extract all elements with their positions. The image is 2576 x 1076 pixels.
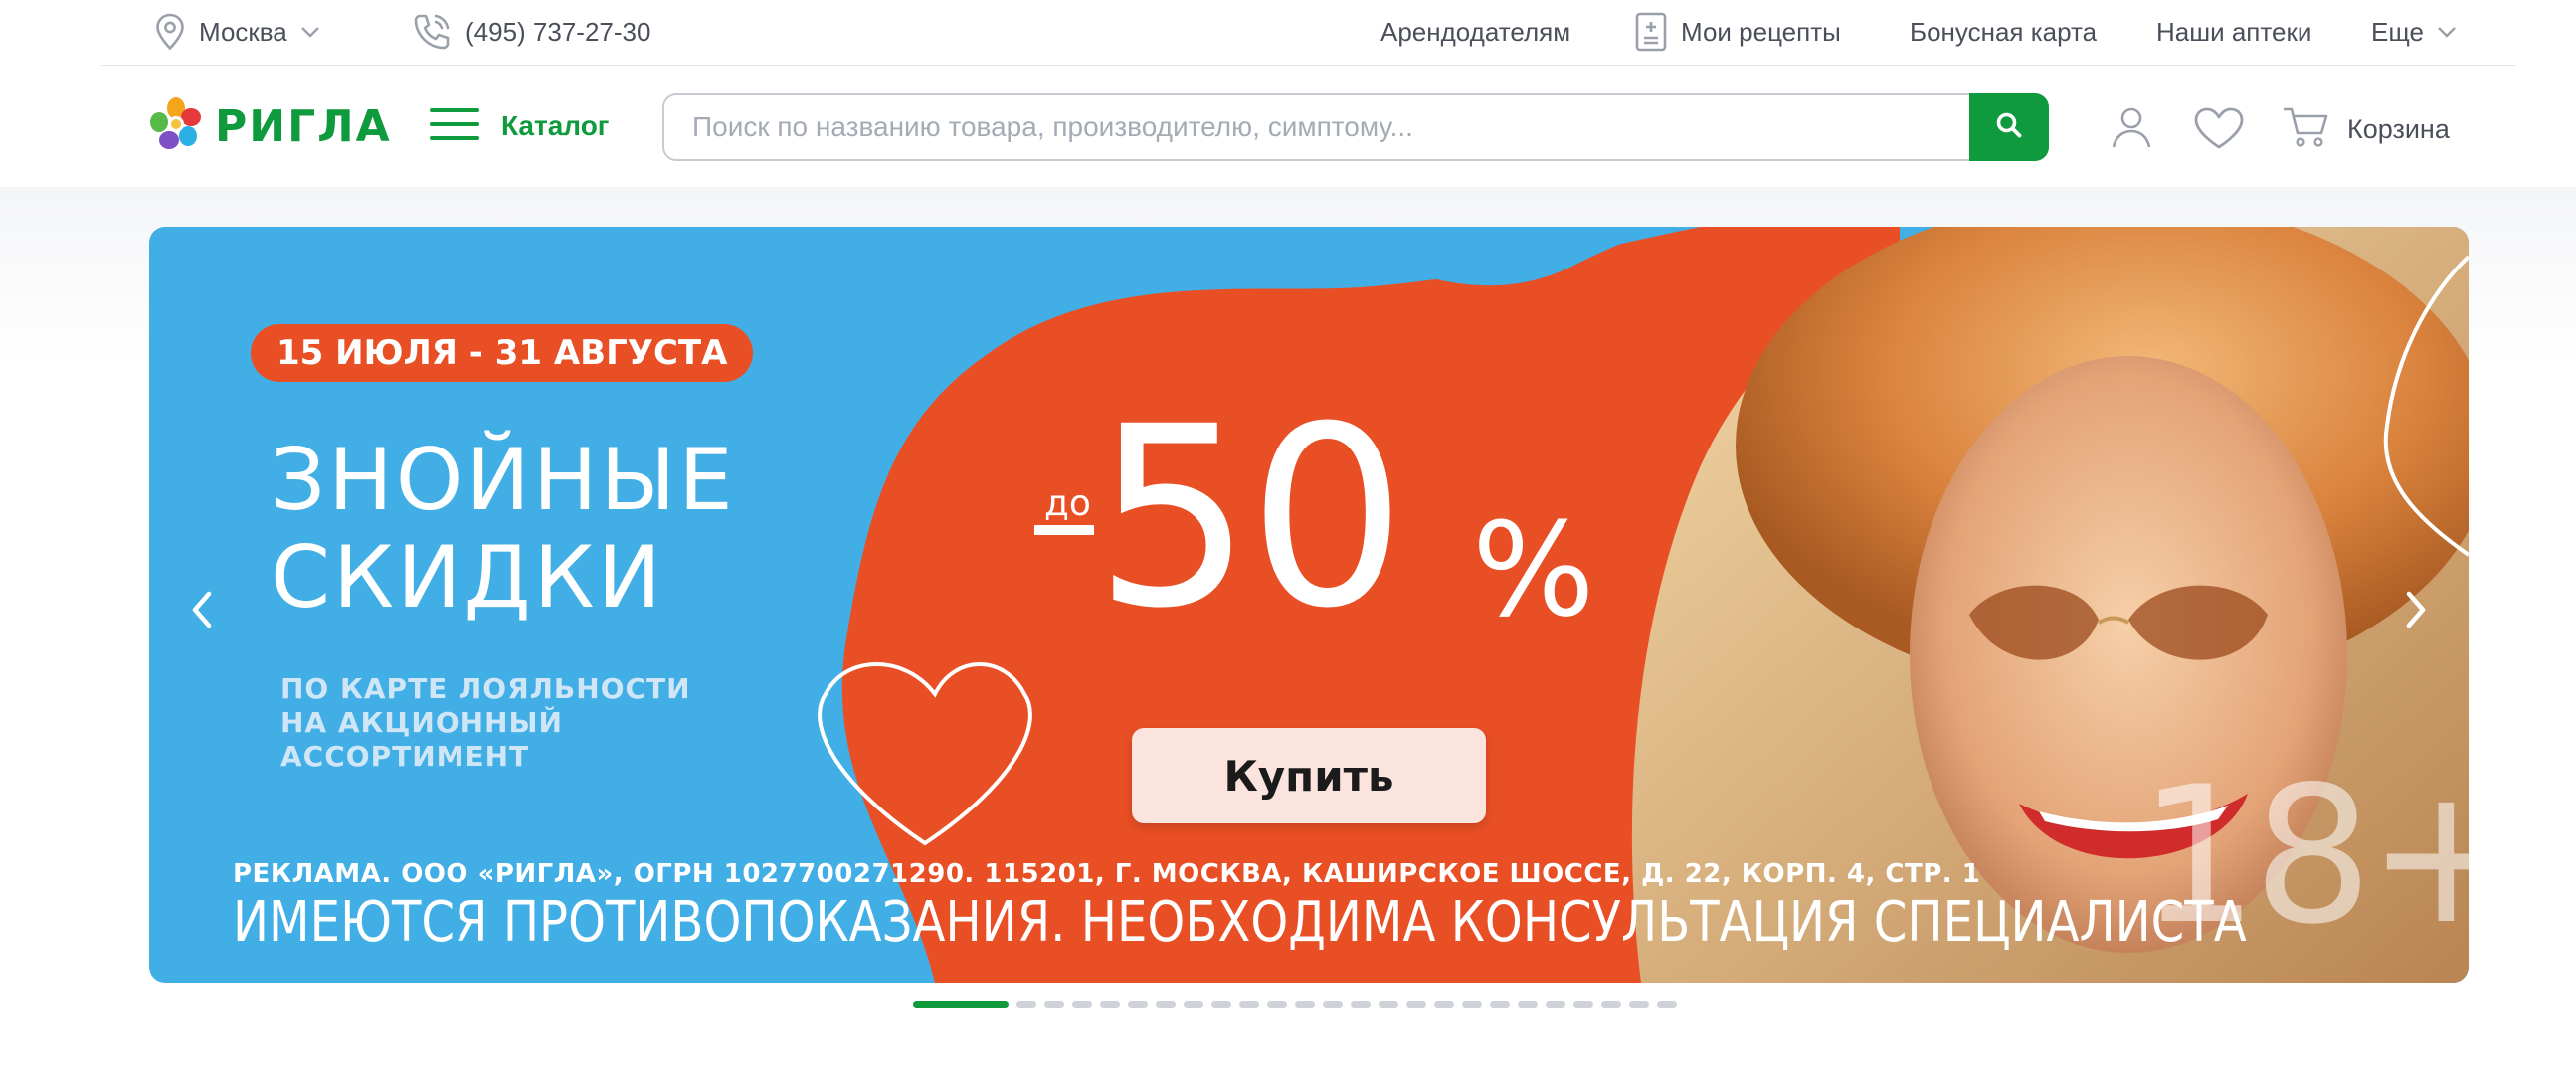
favorites-button[interactable] bbox=[2192, 105, 2246, 156]
headline-line-2: СКИДКИ bbox=[271, 528, 665, 628]
link-landlords-label: Арендодателям bbox=[1380, 16, 1571, 47]
cart-label: Корзина bbox=[2347, 114, 2450, 144]
search-input[interactable] bbox=[692, 105, 1975, 149]
discount-value: 50 bbox=[1094, 373, 1406, 662]
more-menu[interactable]: Еще bbox=[2371, 0, 2458, 64]
catalog-button[interactable]: Каталог bbox=[430, 95, 609, 157]
carousel-dot[interactable] bbox=[1406, 1000, 1426, 1008]
carousel-dot[interactable] bbox=[1211, 1000, 1231, 1008]
carousel-dot[interactable] bbox=[1462, 1000, 1482, 1008]
city-selector[interactable]: Москва bbox=[153, 0, 321, 64]
subline-1: ПО КАРТЕ ЛОЯЛЬНОСТИ bbox=[280, 672, 691, 705]
carousel-dot[interactable] bbox=[1546, 1000, 1565, 1008]
search-bar bbox=[662, 93, 2049, 161]
discount-percent: % bbox=[1472, 494, 1595, 645]
phone-number: (495) 737-27-30 bbox=[465, 16, 651, 47]
city-name: Москва bbox=[199, 16, 287, 47]
search-icon bbox=[1994, 110, 2024, 145]
link-prescriptions-label: Мои рецепты bbox=[1681, 16, 1841, 47]
carousel-dot[interactable] bbox=[1573, 1000, 1593, 1008]
subline-2: НА АКЦИОННЫЙ bbox=[280, 706, 563, 739]
user-icon bbox=[2111, 105, 2152, 154]
carousel-dot[interactable] bbox=[1128, 1000, 1148, 1008]
promo-dates: 15 ИЮЛЯ - 31 АВГУСТА bbox=[251, 324, 754, 382]
carousel-dot[interactable] bbox=[1518, 1000, 1538, 1008]
discount-minus bbox=[1034, 525, 1094, 535]
age-rating: 18+ bbox=[2138, 746, 2469, 966]
chevron-right-icon bbox=[2403, 588, 2431, 634]
carousel-prev-button[interactable] bbox=[171, 581, 231, 640]
menu-icon bbox=[430, 106, 479, 147]
carousel-dot[interactable] bbox=[913, 1000, 1009, 1008]
carousel-dot[interactable] bbox=[1351, 1000, 1371, 1008]
cart-button[interactable]: Корзина bbox=[2282, 105, 2450, 154]
logo-flower-icon bbox=[147, 95, 205, 158]
subline-3: АССОРТИМЕНТ bbox=[280, 740, 530, 773]
heart-icon bbox=[2192, 105, 2246, 156]
carousel-dot[interactable] bbox=[1044, 1000, 1064, 1008]
link-prescriptions[interactable]: Мои рецепты bbox=[1633, 0, 1841, 64]
carousel-dot[interactable] bbox=[1295, 1000, 1315, 1008]
catalog-label: Каталог bbox=[501, 110, 610, 141]
logo-text: РИГЛА bbox=[215, 101, 392, 152]
carousel-dot[interactable] bbox=[1657, 1000, 1677, 1008]
legal-warning: ИМЕЮТСЯ ПРОТИВОПОКАЗАНИЯ. НЕОБХОДИМА КОН… bbox=[233, 890, 2247, 955]
chevron-left-icon bbox=[187, 588, 215, 634]
carousel-dot[interactable] bbox=[1016, 1000, 1036, 1008]
headline-line-1: ЗНОЙНЫЕ bbox=[271, 431, 736, 530]
link-pharmacies[interactable]: Наши аптеки bbox=[2156, 0, 2311, 64]
carousel-dot[interactable] bbox=[1629, 1000, 1649, 1008]
carousel-pagination bbox=[913, 1000, 1685, 1008]
top-bar-inner: Москва (495) 737-27-30 Арендодателям Мои… bbox=[101, 0, 2516, 66]
carousel-dot[interactable] bbox=[1184, 1000, 1203, 1008]
carousel-dot[interactable] bbox=[1379, 1000, 1398, 1008]
carousel-dot[interactable] bbox=[1267, 1000, 1287, 1008]
logo[interactable]: РИГЛА bbox=[147, 95, 392, 158]
main-header: РИГЛА Каталог Корзина bbox=[0, 66, 2576, 187]
prescription-icon bbox=[1633, 10, 1669, 54]
top-bar: Москва (495) 737-27-30 Арендодателям Мои… bbox=[0, 0, 2576, 66]
carousel-dot[interactable] bbox=[1100, 1000, 1120, 1008]
carousel-next-button[interactable] bbox=[2387, 581, 2447, 640]
carousel-dot[interactable] bbox=[1323, 1000, 1343, 1008]
carousel-dot[interactable] bbox=[1601, 1000, 1621, 1008]
link-landlords[interactable]: Арендодателям bbox=[1380, 0, 1570, 64]
cart-icon bbox=[2282, 105, 2329, 154]
phone-icon bbox=[410, 10, 454, 54]
link-bonus-card-label: Бонусная карта bbox=[1910, 16, 2098, 47]
carousel-dot[interactable] bbox=[1434, 1000, 1454, 1008]
account-button[interactable] bbox=[2111, 105, 2152, 154]
chevron-down-icon bbox=[299, 25, 321, 39]
carousel-dot[interactable] bbox=[1156, 1000, 1176, 1008]
search-button[interactable] bbox=[1969, 93, 2049, 161]
link-bonus-card[interactable]: Бонусная карта bbox=[1910, 0, 2097, 64]
banner-subline: ПО КАРТЕ ЛОЯЛЬНОСТИ НА АКЦИОННЫЙ АССОРТИ… bbox=[280, 672, 691, 774]
buy-button[interactable]: Купить bbox=[1132, 728, 1486, 823]
map-pin-icon bbox=[153, 12, 187, 52]
carousel-dot[interactable] bbox=[1239, 1000, 1259, 1008]
carousel-dot[interactable] bbox=[1490, 1000, 1510, 1008]
chevron-down-icon bbox=[2436, 25, 2458, 39]
phone-link[interactable]: (495) 737-27-30 bbox=[410, 0, 650, 64]
promo-banner[interactable]: 15 ИЮЛЯ - 31 АВГУСТА ЗНОЙНЫЕ СКИДКИ ПО К… bbox=[149, 227, 2469, 983]
link-pharmacies-label: Наши аптеки bbox=[2156, 16, 2312, 47]
carousel-dot[interactable] bbox=[1072, 1000, 1092, 1008]
legal-ad-notice: РЕКЛАМА. ООО «РИГЛА», ОГРН 1027700271290… bbox=[233, 859, 1981, 889]
discount-prefix: до bbox=[1044, 483, 1091, 524]
banner-headline: ЗНОЙНЫЕ СКИДКИ bbox=[271, 432, 736, 627]
more-menu-label: Еще bbox=[2371, 16, 2424, 47]
